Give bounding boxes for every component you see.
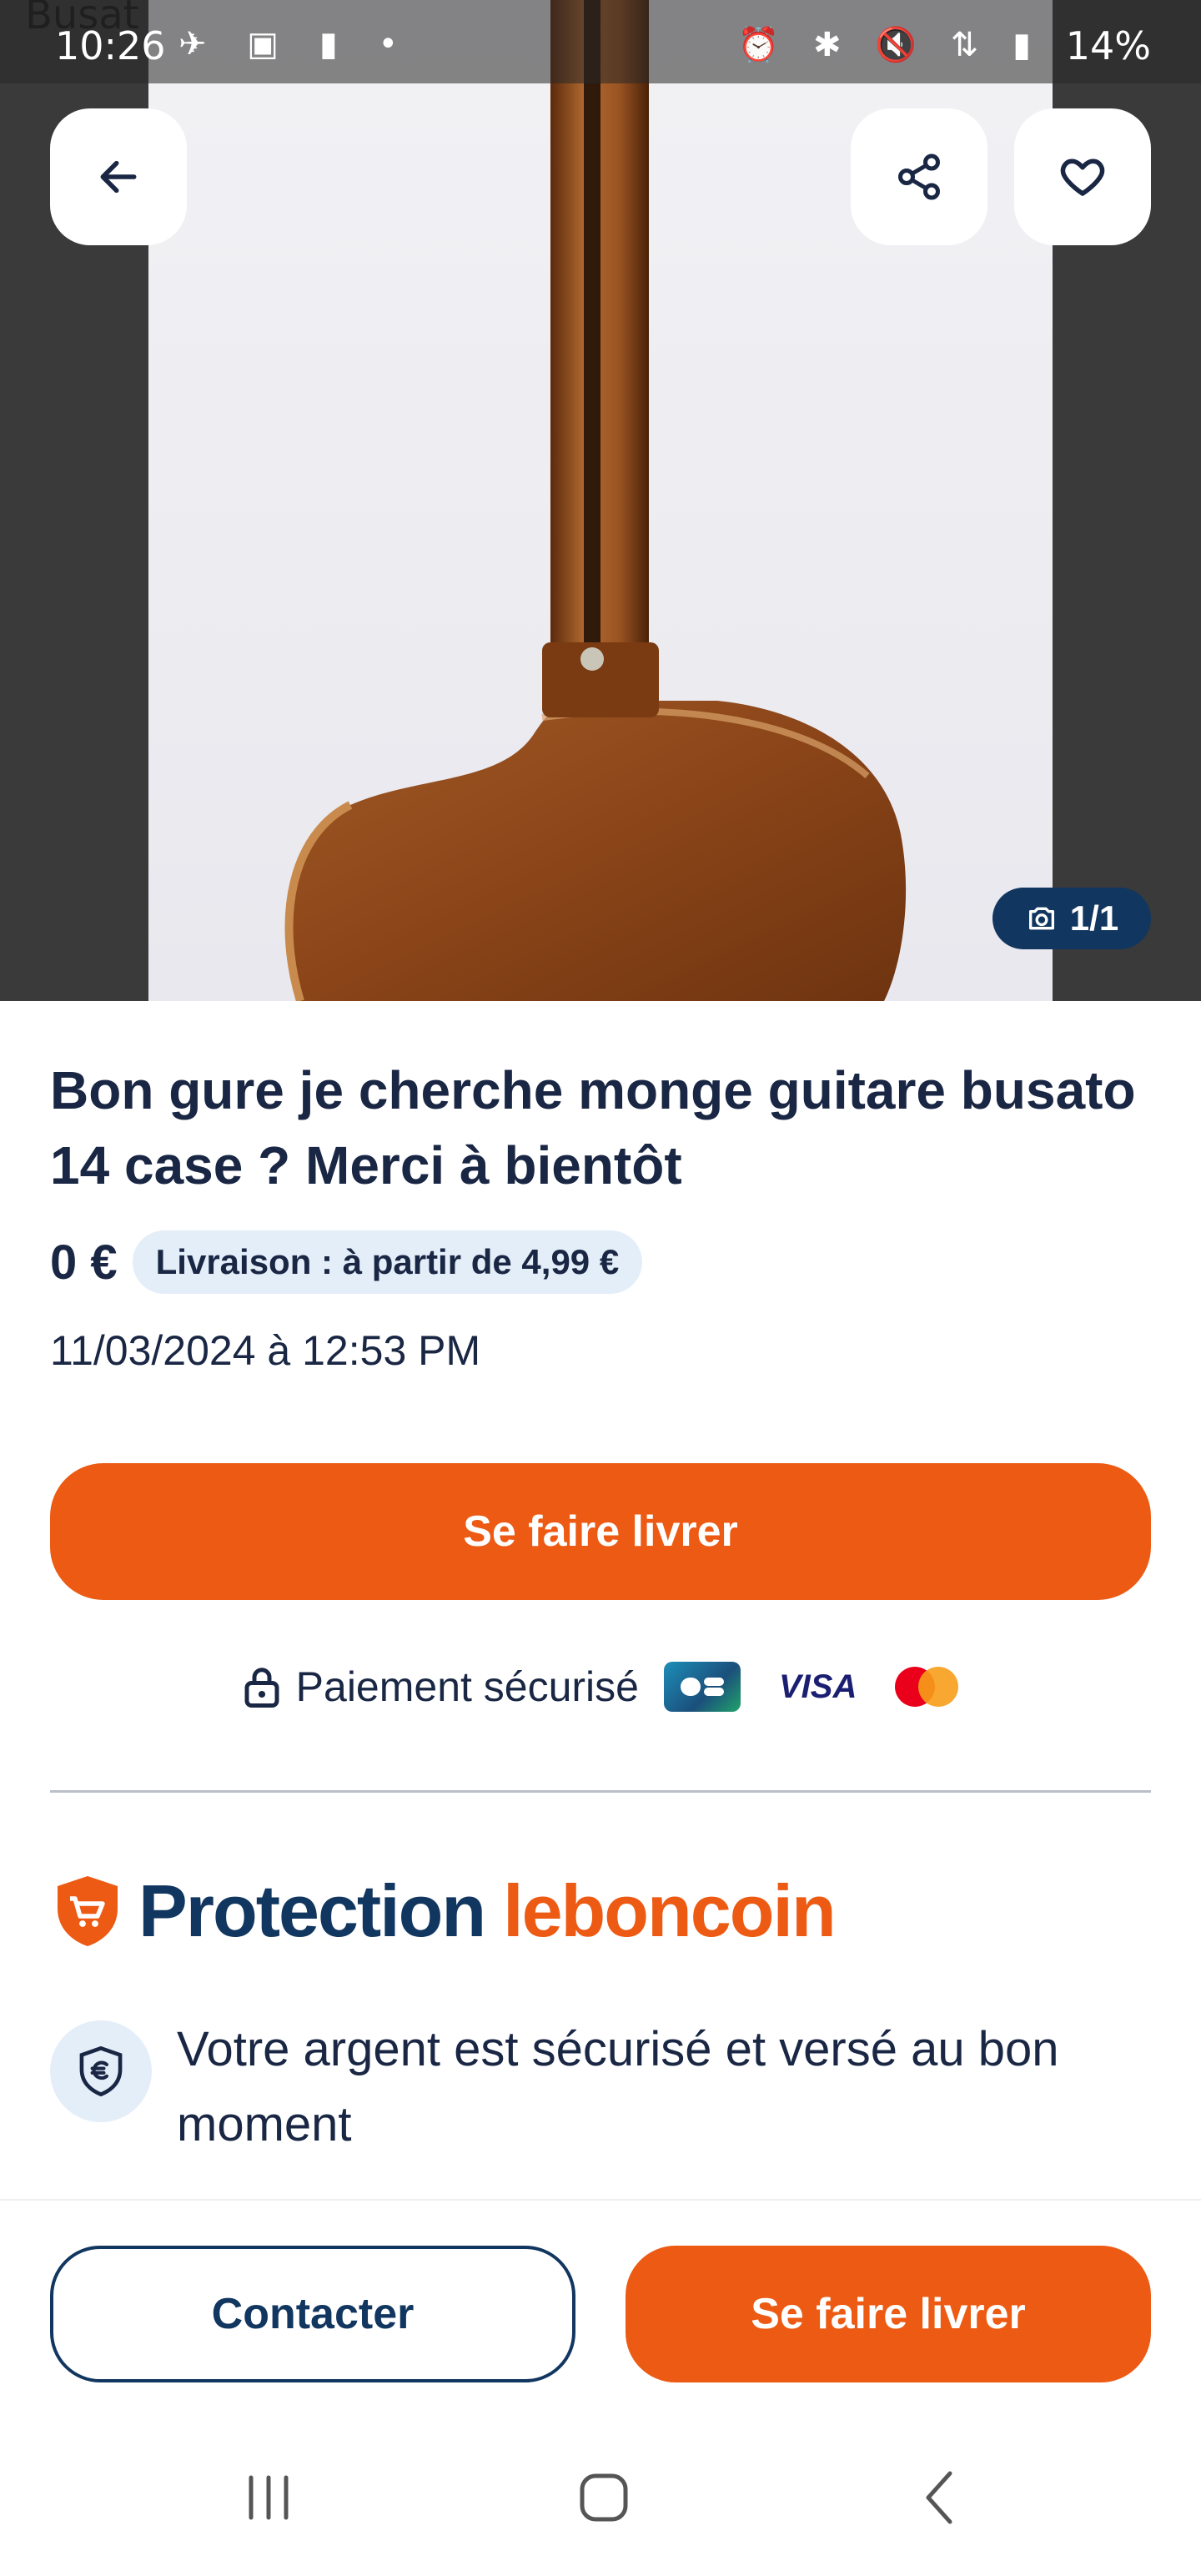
battery-level: 14% — [1065, 23, 1151, 68]
recents-button[interactable] — [219, 2456, 319, 2539]
leboncoin-word: leboncoin — [503, 1869, 837, 1952]
lock-icon — [244, 1668, 279, 1708]
home-icon — [580, 2473, 628, 2522]
secure-payment-label: Paiement sécurisé — [295, 1663, 639, 1710]
benefit-text: Votre argent est sécurisé et versé au bo… — [177, 2022, 1059, 2151]
listing-date: 11/03/2024 à 12:53 PM — [50, 1327, 481, 1374]
recents-icon — [249, 2475, 289, 2520]
home-button[interactable] — [554, 2456, 654, 2539]
listing-photo[interactable]: Busat 10:26 ✈ ▣ ▮ • ⏰ ✱ 🔇 ⇅ ▮ 14% 1/1 — [0, 0, 1201, 1001]
secure-payment-row: Paiement sécurisé VISA — [0, 1657, 1201, 1717]
delivery-badge: Livraison : à partir de 4,99 € — [132, 1230, 643, 1294]
section-divider — [50, 1790, 1151, 1793]
system-back-button[interactable] — [889, 2456, 989, 2539]
mastercard-logo — [895, 1667, 959, 1707]
protection-header: Protection leboncoin — [55, 1865, 837, 1957]
photo-counter-badge[interactable]: 1/1 — [992, 888, 1151, 949]
camera-icon — [1028, 907, 1054, 930]
euro-shield-icon — [50, 2020, 152, 2122]
arrow-left-icon — [100, 160, 137, 194]
status-bar: Busat 10:26 ✈ ▣ ▮ • ⏰ ✱ 🔇 ⇅ ▮ 14% — [0, 0, 1201, 83]
photo-counter-text: 1/1 — [1069, 898, 1119, 938]
price-row: 0 € Livraison : à partir de 4,99 € — [50, 1230, 643, 1295]
heart-icon — [1060, 158, 1105, 196]
back-button[interactable] — [50, 108, 187, 245]
shield-cart-icon — [58, 1876, 118, 1946]
deliver-button-bottom[interactable]: Se faire livrer — [626, 2246, 1151, 2382]
visa-logo: VISA — [778, 1668, 857, 1705]
system-icons: ⏰ ✱ 🔇 ⇅ ▮ — [737, 26, 1043, 64]
share-icon — [898, 153, 940, 200]
system-nav-bar — [0, 2419, 1201, 2576]
listing-title: Bon gure je cherche monge guitare busato… — [50, 1060, 1136, 1195]
notification-icons: ✈ ▣ ▮ • — [178, 25, 414, 63]
share-button[interactable] — [851, 108, 987, 245]
protection-benefit: Votre argent est sécurisé et versé au bo… — [50, 2012, 1151, 2162]
protection-word: Protection — [138, 1869, 486, 1952]
cb-card-logo — [663, 1662, 741, 1712]
chevron-left-icon — [926, 2471, 952, 2524]
deliver-button[interactable]: Se faire livrer — [50, 1463, 1151, 1600]
listing-price: 0 € — [50, 1235, 118, 1290]
contact-button[interactable]: Contacter — [50, 2246, 575, 2382]
status-time: 10:26 — [55, 23, 166, 68]
favorite-button[interactable] — [1014, 108, 1151, 245]
